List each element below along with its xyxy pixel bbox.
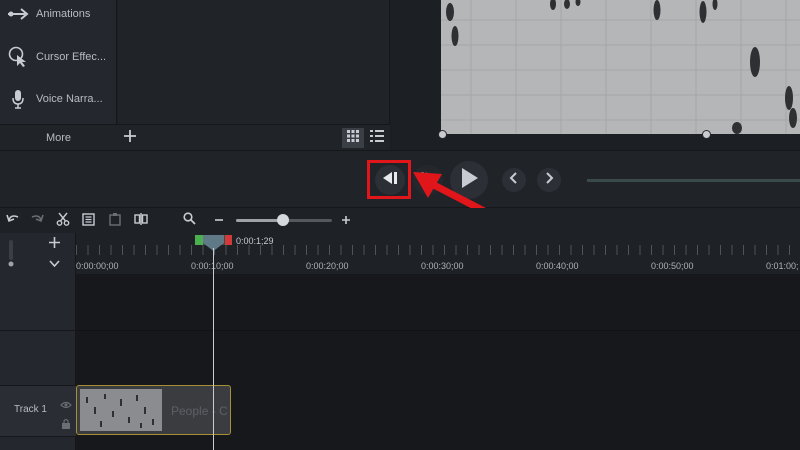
lock-icon[interactable] <box>61 416 71 434</box>
ruler-label: 0:00:50;00 <box>651 261 694 271</box>
plus-icon <box>48 235 60 253</box>
zoom-slider-thumb[interactable] <box>277 214 289 226</box>
next-clip-button[interactable] <box>537 168 561 192</box>
copy-icon <box>82 212 96 231</box>
clip-thumbnail <box>80 389 162 431</box>
expand-tracks-button[interactable] <box>44 255 64 271</box>
video-preview[interactable] <box>441 0 800 134</box>
paste-icon <box>108 212 122 231</box>
selection-end-handle[interactable] <box>225 235 232 245</box>
magnetic-track-toggle[interactable] <box>4 237 18 273</box>
clip-label: People - C <box>171 404 228 418</box>
ruler-label: 0:00:30;00 <box>421 261 464 271</box>
highlight-box <box>367 160 411 199</box>
grid-view-button[interactable] <box>342 128 364 148</box>
media-clip[interactable]: People - C <box>76 385 231 435</box>
toggle-icon <box>6 238 16 273</box>
tool-cursor-effects[interactable]: Cursor Effec... <box>0 37 117 77</box>
previous-clip-button[interactable] <box>502 168 526 192</box>
copy-button[interactable] <box>80 212 98 230</box>
playhead-time: 0:00:1;29 <box>236 236 274 246</box>
tool-label: Voice Narra... <box>36 93 103 105</box>
tool-label: Cursor Effec... <box>36 51 107 63</box>
chevron-left-icon <box>509 171 519 189</box>
ruler-label: 0:00:00;00 <box>76 261 119 271</box>
track-header[interactable]: Track 1 <box>0 385 76 437</box>
more-bar: More <box>0 124 390 150</box>
timeline-ruler[interactable]: 0:00:00;00 0:00:10;00 0:00:20;00 0:00:30… <box>76 233 800 275</box>
eye-icon[interactable] <box>60 396 72 414</box>
zoom-in-button[interactable] <box>337 212 355 230</box>
grid-icon <box>347 129 359 147</box>
ruler-label: 0:00:40;00 <box>536 261 579 271</box>
split-icon <box>134 212 148 231</box>
zoom-button[interactable] <box>180 212 198 230</box>
ruler-label: 0:00:20;00 <box>306 261 349 271</box>
canvas-area <box>391 0 800 150</box>
tool-animations[interactable]: Animations <box>0 0 117 34</box>
tool-label: Animations <box>36 8 91 20</box>
plus-icon <box>123 129 137 148</box>
tool-voice-narration[interactable]: Voice Narra... <box>0 79 117 119</box>
ruler-label: 0:01:00; <box>766 261 799 271</box>
undo-button[interactable] <box>4 212 22 230</box>
timeline-toolbar <box>0 208 800 233</box>
scissors-icon <box>56 212 70 231</box>
resize-handle[interactable] <box>438 130 447 139</box>
paste-button[interactable] <box>106 212 124 230</box>
track-label: Track 1 <box>14 404 47 415</box>
microphone-icon <box>0 89 36 109</box>
playback-progress-bar[interactable] <box>587 179 800 182</box>
video-frame-image <box>441 0 800 134</box>
redo-icon <box>30 212 44 231</box>
list-icon <box>370 129 384 147</box>
magnifier-icon <box>182 212 196 230</box>
redo-button[interactable] <box>28 212 46 230</box>
animations-icon <box>0 8 36 20</box>
ruler-ticks <box>76 245 800 255</box>
resize-handle[interactable] <box>702 130 711 139</box>
playhead-line <box>213 248 214 450</box>
zoom-out-button[interactable] <box>210 212 228 230</box>
minus-icon <box>214 212 224 230</box>
cut-button[interactable] <box>54 212 72 230</box>
selection-start-handle[interactable] <box>195 235 203 245</box>
undo-icon <box>6 212 20 231</box>
add-track-button[interactable] <box>44 236 64 252</box>
add-tool-button[interactable] <box>118 125 142 151</box>
list-view-button[interactable] <box>366 128 388 148</box>
more-button[interactable]: More <box>0 125 117 151</box>
chevron-right-icon <box>544 171 554 189</box>
plus-icon <box>341 212 351 230</box>
chevron-down-icon <box>48 254 60 272</box>
split-button[interactable] <box>132 212 150 230</box>
cursor-effects-icon <box>0 46 36 68</box>
